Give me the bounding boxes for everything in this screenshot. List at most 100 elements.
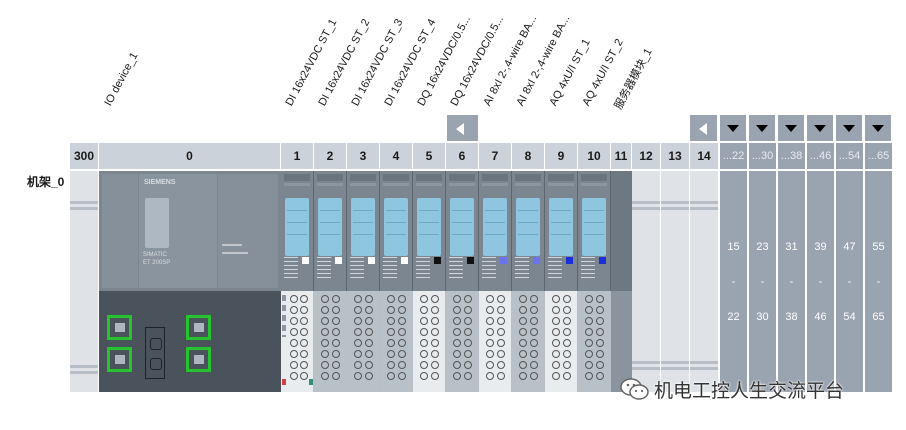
terminal-block-1[interactable] <box>281 291 314 392</box>
head-module-center: SIEMENS SIMATIC ET 200SP <box>139 174 217 288</box>
range-start: 39 <box>814 241 827 253</box>
slot-header-6[interactable]: 6 <box>446 143 479 169</box>
module-di-3[interactable] <box>347 171 380 291</box>
empty-slot-12[interactable] <box>632 171 661 392</box>
range-column-6[interactable]: 55 - 65 <box>865 171 894 392</box>
module-ai-2[interactable] <box>512 171 545 291</box>
module-aq-1[interactable] <box>545 171 578 291</box>
range-header-6[interactable]: ...65 <box>865 143 894 169</box>
slot-header-12[interactable]: 12 <box>632 143 661 169</box>
range-dash: - <box>876 276 881 288</box>
terminal-block-9[interactable] <box>545 291 578 392</box>
slot-header-13[interactable]: 13 <box>661 143 690 169</box>
range-dropdown-1[interactable] <box>720 115 748 141</box>
range-end: 46 <box>814 311 827 323</box>
range-start: 31 <box>785 241 798 253</box>
range-dropdown-3[interactable] <box>778 115 806 141</box>
triangle-down-icon <box>872 125 884 132</box>
triangle-down-icon <box>814 125 826 132</box>
ethernet-port-4[interactable] <box>186 347 211 372</box>
head-module-left <box>102 174 138 288</box>
triangle-left-icon <box>699 123 707 135</box>
module-di-2[interactable] <box>314 171 347 291</box>
range-column-5[interactable]: 47 - 54 <box>836 171 865 392</box>
slot-header-8[interactable]: 8 <box>512 143 545 169</box>
range-start: 55 <box>872 241 885 253</box>
module-di-4[interactable] <box>380 171 413 291</box>
terminal-block-2[interactable] <box>314 291 347 392</box>
slot-header-5[interactable]: 5 <box>413 143 446 169</box>
server-module[interactable] <box>611 171 632 392</box>
slot-header-14[interactable]: 14 <box>690 143 719 169</box>
range-dash: - <box>818 276 823 288</box>
wechat-icon <box>620 378 649 400</box>
range-end: 30 <box>756 311 769 323</box>
triangle-down-icon <box>785 125 797 132</box>
range-column-2[interactable]: 23 - 30 <box>749 171 778 392</box>
slot-300-rail[interactable] <box>70 171 99 392</box>
triangle-down-icon <box>756 125 768 132</box>
module-aq-2[interactable] <box>578 171 611 291</box>
slot-header-9[interactable]: 9 <box>545 143 578 169</box>
slot-header-2[interactable]: 2 <box>314 143 347 169</box>
range-dropdown-4[interactable] <box>807 115 835 141</box>
slot-header-3[interactable]: 3 <box>347 143 380 169</box>
slot-header-7[interactable]: 7 <box>479 143 512 169</box>
head-line2: ET 200SP <box>143 260 171 266</box>
rack-label: 机架_0 <box>27 175 65 189</box>
interface-module[interactable]: SIEMENS SIMATIC ET 200SP <box>99 171 281 291</box>
triangle-down-icon <box>727 125 739 132</box>
scroll-left-button[interactable] <box>447 115 479 141</box>
head-module-right <box>218 174 278 288</box>
terminal-block-8[interactable] <box>512 291 545 392</box>
range-column-1[interactable]: 15 - 22 <box>720 171 749 392</box>
terminal-block-5[interactable] <box>413 291 446 392</box>
range-dropdown-6[interactable] <box>865 115 893 141</box>
range-column-3[interactable]: 31 - 38 <box>778 171 807 392</box>
bus-adapter[interactable] <box>99 291 281 392</box>
range-dash: - <box>789 276 794 288</box>
range-header-5[interactable]: ...54 <box>836 143 865 169</box>
range-column-4[interactable]: 39 - 46 <box>807 171 836 392</box>
terminal-block-6[interactable] <box>446 291 479 392</box>
range-end: 54 <box>843 311 856 323</box>
triangle-left-icon <box>456 123 464 135</box>
range-dash: - <box>760 276 765 288</box>
module-ai-1[interactable] <box>479 171 512 291</box>
scroll-left-button-2[interactable] <box>690 115 718 141</box>
head-line1: SIMATIC <box>143 252 167 258</box>
range-end: 22 <box>727 311 740 323</box>
module-di-1[interactable] <box>281 171 314 291</box>
module-dq-2[interactable] <box>446 171 479 291</box>
watermark-text: 机电工控人生交流平台 <box>654 380 845 402</box>
ethernet-port-1[interactable] <box>107 315 132 340</box>
module-dq-1[interactable] <box>413 171 446 291</box>
range-header-4[interactable]: ...46 <box>807 143 836 169</box>
slot-header-300[interactable]: 300 <box>70 143 99 169</box>
terminal-block-10[interactable] <box>578 291 611 392</box>
terminal-block-3[interactable] <box>347 291 380 392</box>
ethernet-port-2[interactable] <box>107 347 132 372</box>
terminal-block-7[interactable] <box>479 291 512 392</box>
ethernet-port-3[interactable] <box>186 315 211 340</box>
range-end: 38 <box>785 311 798 323</box>
triangle-down-icon <box>843 125 855 132</box>
range-dropdown-5[interactable] <box>836 115 864 141</box>
empty-slot-13[interactable] <box>661 171 690 392</box>
range-header-1[interactable]: ...22 <box>720 143 749 169</box>
watermark: 机电工控人生交流平台 <box>620 375 844 403</box>
slot-header-10[interactable]: 10 <box>578 143 611 169</box>
module-label-io-device[interactable]: IO device_1 <box>102 51 140 108</box>
slot-header-4[interactable]: 4 <box>380 143 413 169</box>
terminal-block-4[interactable] <box>380 291 413 392</box>
bus-adapter-connector <box>145 327 165 379</box>
range-dash: - <box>847 276 852 288</box>
range-dropdown-2[interactable] <box>749 115 777 141</box>
range-start: 23 <box>756 241 769 253</box>
slot-header-1[interactable]: 1 <box>281 143 314 169</box>
empty-slot-14[interactable] <box>690 171 719 392</box>
range-header-2[interactable]: ...30 <box>749 143 778 169</box>
range-header-3[interactable]: ...38 <box>778 143 807 169</box>
slot-header-11[interactable]: 11 <box>611 143 632 169</box>
slot-header-0[interactable]: 0 <box>99 143 281 169</box>
